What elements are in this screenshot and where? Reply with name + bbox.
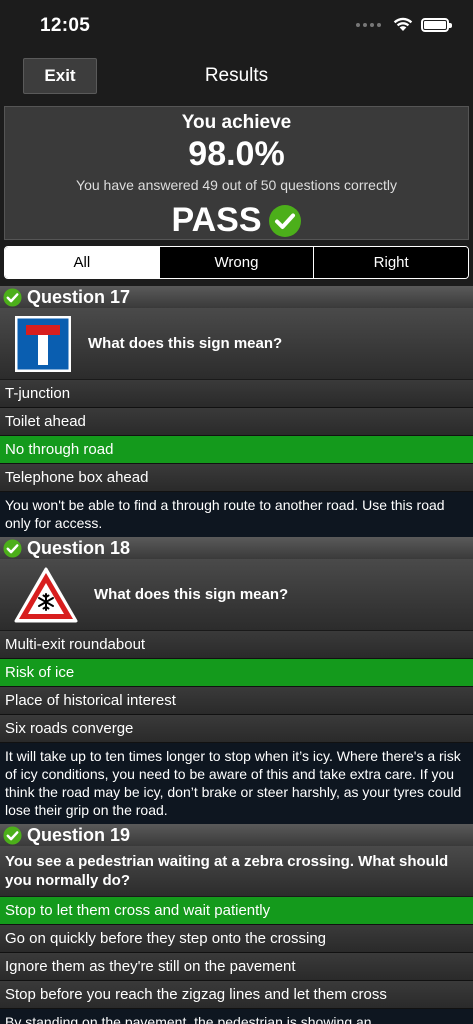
question-prompt: What does this sign mean? bbox=[0, 308, 473, 380]
score-percent: 98.0% bbox=[188, 135, 285, 173]
check-circle-icon bbox=[3, 538, 22, 558]
answer-option-correct: Risk of ice bbox=[0, 659, 473, 687]
question-number: Question 18 bbox=[27, 537, 131, 558]
tab-wrong[interactable]: Wrong bbox=[158, 247, 314, 278]
result-label: PASS bbox=[171, 201, 262, 239]
tab-right[interactable]: Right bbox=[313, 247, 468, 278]
wifi-icon bbox=[393, 17, 413, 31]
status-bar: 12:05 bbox=[0, 0, 473, 50]
answer-option: Six roads converge bbox=[0, 715, 473, 743]
question-number: Question 19 bbox=[27, 824, 131, 845]
question-header: Question 18 bbox=[0, 537, 473, 559]
score-detail: You have answered 49 out of 50 questions… bbox=[76, 177, 397, 193]
question-prompt: You see a pedestrian waiting at a zebra … bbox=[0, 846, 473, 897]
score-summary: You achieve 98.0% You have answered 49 o… bbox=[4, 106, 469, 240]
question-text: What does this sign mean? bbox=[94, 586, 289, 603]
answer-option: Stop before you reach the zigzag lines a… bbox=[0, 981, 473, 1009]
answer-option: Place of historical interest bbox=[0, 687, 473, 715]
answer-option-correct: No through road bbox=[0, 436, 473, 464]
page-title: Results bbox=[204, 65, 269, 86]
answer-explanation: It will take up to ten times longer to s… bbox=[0, 743, 473, 824]
question-prompt: What does this sign mean? bbox=[0, 559, 473, 631]
battery-icon bbox=[421, 17, 452, 32]
answer-option: Multi-exit roundabout bbox=[0, 631, 473, 659]
result-status: PASS bbox=[5, 201, 468, 240]
answer-option: T-junction bbox=[0, 380, 473, 408]
no-through-road-sign-icon bbox=[15, 315, 71, 372]
status-icons bbox=[356, 17, 452, 32]
question-header: Question 19 bbox=[0, 824, 473, 846]
status-time: 12:05 bbox=[40, 15, 91, 36]
answer-explanation: You won't be able to find a through rout… bbox=[0, 492, 473, 537]
check-circle-icon bbox=[3, 287, 22, 307]
risk-of-ice-sign-icon bbox=[14, 567, 78, 622]
answer-option: Ignore them as they're still on the pave… bbox=[0, 953, 473, 981]
question-header: Question 17 bbox=[0, 286, 473, 308]
filter-segmented-control: All Wrong Right bbox=[4, 246, 469, 279]
score-heading: You achieve bbox=[181, 112, 292, 133]
check-circle-icon bbox=[268, 204, 301, 237]
answer-option: Go on quickly before they step onto the … bbox=[0, 925, 473, 953]
results-list[interactable]: Question 17 What does this sign mean? T-… bbox=[0, 286, 473, 1024]
check-circle-icon bbox=[3, 825, 22, 845]
answer-option: Telephone box ahead bbox=[0, 464, 473, 492]
navigation-bar: Exit Results bbox=[0, 50, 473, 102]
tab-all[interactable]: All bbox=[5, 247, 159, 278]
cellular-signal-icon bbox=[356, 22, 381, 27]
question-text: You see a pedestrian waiting at a zebra … bbox=[5, 853, 449, 889]
answer-option: Toilet ahead bbox=[0, 408, 473, 436]
question-text: What does this sign mean? bbox=[88, 335, 283, 352]
answer-explanation: By standing on the pavement, the pedestr… bbox=[0, 1009, 473, 1024]
answer-option-correct: Stop to let them cross and wait patientl… bbox=[0, 897, 473, 925]
question-number: Question 17 bbox=[27, 286, 131, 307]
